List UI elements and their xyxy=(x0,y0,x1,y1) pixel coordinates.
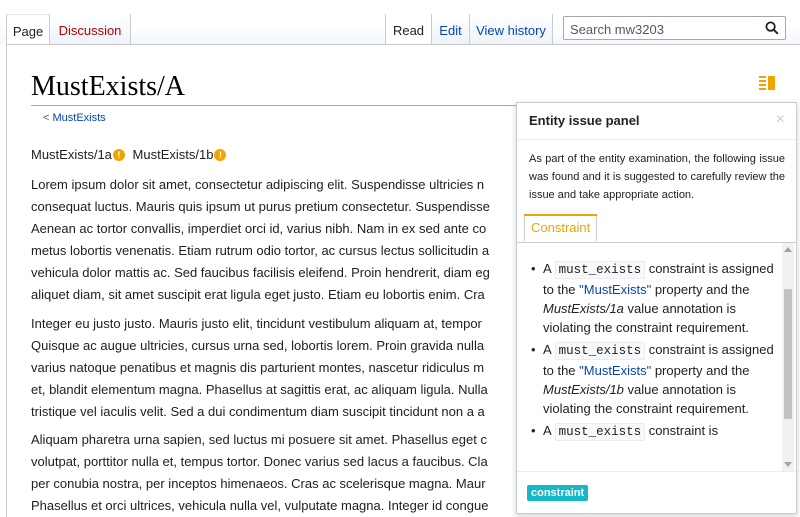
tab-constraint[interactable]: Constraint xyxy=(524,214,598,242)
panel-scrollbar[interactable] xyxy=(782,243,794,471)
paragraph-1: Lorem ipsum dolor sit amet, consectetur … xyxy=(31,174,531,306)
breadcrumb-link-mustexists[interactable]: MustExists xyxy=(53,112,106,124)
breadcrumb-arrow: < xyxy=(43,112,50,124)
issue-text: property and the xyxy=(651,282,750,297)
list-item: A must_exists constraint is assigned to … xyxy=(531,340,776,418)
warning-icon[interactable]: ! xyxy=(112,149,125,161)
panel-title: Entity issue panel xyxy=(529,113,640,128)
paragraph-line: volutpat, porttitor nulla et, tempus tor… xyxy=(31,454,488,469)
paragraph-line: Aliquam pharetra urna sapien, sed luctus… xyxy=(31,432,487,447)
scroll-down-icon[interactable] xyxy=(784,462,792,467)
paragraph-line: et, blandit elementum magna. Phasellus a… xyxy=(31,382,488,397)
link-mustexists-1a[interactable]: MustExists/1a xyxy=(31,147,112,162)
property-link[interactable]: "MustExists" xyxy=(579,363,651,378)
issue-text: A xyxy=(543,423,555,438)
panel-tab-bar: Constraint xyxy=(517,214,796,243)
tab-read[interactable]: Read xyxy=(385,14,431,44)
constraint-code: must_exists xyxy=(554,342,646,360)
paragraph-2: Integer eu justo justo. Mauris justo eli… xyxy=(31,313,531,423)
list-item: A must_exists constraint is xyxy=(531,421,776,442)
paragraph-line: metus lobortis venenatis. Etiam rutrum o… xyxy=(31,243,490,258)
tab-view-history[interactable]: View history xyxy=(469,14,553,44)
issue-text: A xyxy=(543,261,555,276)
warning-icon[interactable]: ! xyxy=(214,149,227,161)
scroll-up-icon[interactable] xyxy=(784,247,792,252)
paragraph-line: aliquet diam, sit amet suscipit erat lig… xyxy=(31,287,485,302)
constraint-code: must_exists xyxy=(554,261,646,279)
constraint-code: must_exists xyxy=(554,423,646,441)
panel-intro-text: As part of the entity examination, the f… xyxy=(529,153,785,201)
close-icon[interactable]: × xyxy=(776,111,785,129)
issue-indicator-icon[interactable] xyxy=(759,75,775,91)
issue-list: A must_exists constraint is assigned to … xyxy=(531,259,776,445)
issue-text: property and the xyxy=(651,363,750,378)
paragraph-line: Quisque ac augue ultricies, cursus urna … xyxy=(31,338,485,353)
top-tab-bar: Page Discussion Read Edit View history xyxy=(0,0,800,44)
paragraph-line: consequat luctus. Mauris quis ipsum ut p… xyxy=(31,199,490,214)
breadcrumb: < MustExists xyxy=(43,112,106,124)
issue-text: A xyxy=(543,342,555,357)
annotation-links: MustExists/1a! MustExists/1b! xyxy=(31,147,230,163)
paragraph-line: per conubia nostra, per inceptos himenae… xyxy=(31,476,486,491)
panel-footer: constraint xyxy=(517,471,796,514)
property-link[interactable]: "MustExists" xyxy=(579,282,651,297)
annotation-value: MustExists/1a xyxy=(543,301,624,316)
paragraph-line: Phasellus et orci ultrices, vehicula nul… xyxy=(31,498,489,513)
entity-issue-panel: Entity issue panel × As part of the enti… xyxy=(516,102,797,514)
constraint-badge: constraint xyxy=(527,485,589,501)
list-item: A must_exists constraint is assigned to … xyxy=(531,259,776,337)
paragraph-3: Aliquam pharetra urna sapien, sed luctus… xyxy=(31,429,531,517)
page-title: MustExists/A xyxy=(31,71,186,102)
paragraph-line: varius natoque penatibus et magnis dis p… xyxy=(31,360,485,375)
paragraph-line: vehicula dolor mattis ac. Sed faucibus f… xyxy=(31,265,490,280)
paragraph-line: Lorem ipsum dolor sit amet, consectetur … xyxy=(31,177,485,192)
panel-header: Entity issue panel × xyxy=(517,103,796,140)
issue-text: constraint is xyxy=(645,423,719,438)
paragraph-line: Integer eu justo justo. Mauris justo eli… xyxy=(31,316,482,331)
tab-discussion[interactable]: Discussion xyxy=(50,14,131,44)
link-mustexists-1b[interactable]: MustExists/1b xyxy=(133,147,214,162)
search-icon[interactable] xyxy=(765,21,779,35)
scrollbar-thumb[interactable] xyxy=(784,289,792,419)
paragraph-line: Aenean ac tortor convallis, imperdiet or… xyxy=(31,221,487,236)
panel-body[interactable]: A must_exists constraint is assigned to … xyxy=(517,243,796,471)
search-input[interactable] xyxy=(568,19,762,39)
tab-page[interactable]: Page xyxy=(6,14,50,44)
annotation-value: MustExists/1b xyxy=(543,382,624,397)
paragraph-line: tristique vel iaculis velit. Sed a dui c… xyxy=(31,404,485,419)
tab-edit[interactable]: Edit xyxy=(431,14,469,44)
search-box xyxy=(563,16,786,40)
